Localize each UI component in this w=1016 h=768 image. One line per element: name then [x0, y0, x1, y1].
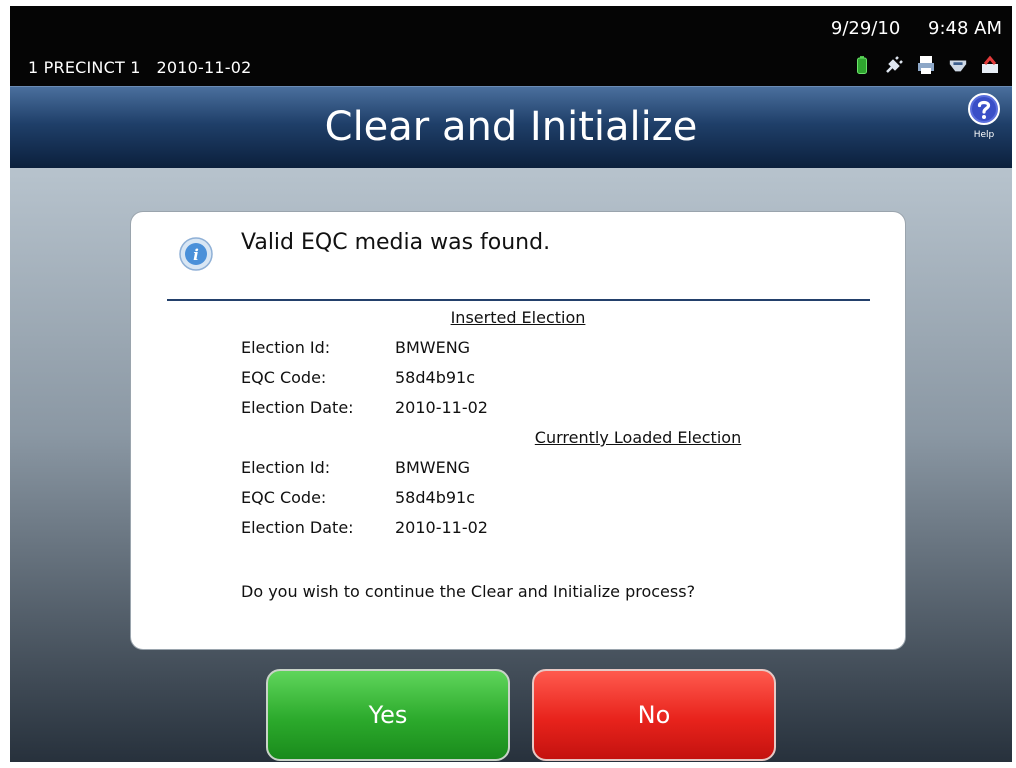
printer-icon [916, 55, 936, 75]
battery-icon [852, 55, 872, 75]
row-value: 58d4b91c [395, 488, 476, 507]
help-icon [968, 93, 1000, 125]
eqc-dialog: i Valid EQC media was found. Inserted El… [131, 212, 905, 649]
confirm-question: Do you wish to continue the Clear and In… [241, 582, 696, 601]
clock: 9/29/10 9:48 AM [809, 18, 1002, 39]
row-label: Election Date: [241, 398, 354, 417]
row-value: 2010-11-02 [395, 398, 488, 417]
loaded-election-date-row: Election Date: 2010-11-02 [241, 518, 488, 537]
inserted-election-id-row: Election Id: BMWENG [241, 338, 470, 357]
loaded-election-heading: Currently Loaded Election [534, 428, 742, 447]
row-label: Election Id: [241, 338, 331, 357]
row-label: Election Date: [241, 518, 354, 537]
current-time: 9:48 AM [928, 18, 1002, 39]
current-date: 9/29/10 [830, 18, 901, 39]
election-date: 2010-11-02 [156, 58, 252, 77]
help-label: Help [973, 130, 995, 140]
main-area: i Valid EQC media was found. Inserted El… [10, 168, 1012, 762]
row-label: EQC Code: [241, 368, 327, 387]
status-icons [852, 53, 1000, 77]
row-value: BMWENG [395, 458, 471, 477]
no-button[interactable]: No [532, 669, 776, 761]
loaded-eqc-code-row: EQC Code: 58d4b91c [241, 488, 475, 507]
row-label: Election Id: [241, 458, 331, 477]
loaded-election-id-row: Election Id: BMWENG [241, 458, 470, 477]
row-label: EQC Code: [241, 488, 327, 507]
page-title: Clear and Initialize [324, 104, 698, 150]
svg-text:i: i [193, 246, 199, 264]
help-button[interactable]: Help [964, 93, 1004, 140]
precinct-info: 1 PRECINCT 1 2010-11-02 [28, 58, 251, 77]
usb-icon [948, 55, 968, 75]
power-plug-icon [884, 55, 904, 75]
network-icon [980, 55, 1000, 75]
screen: 1 PRECINCT 1 2010-11-02 9/29/10 9:48 AM [10, 6, 1012, 762]
yes-button[interactable]: Yes [266, 669, 510, 761]
row-value: 2010-11-02 [395, 518, 488, 537]
inserted-eqc-code-row: EQC Code: 58d4b91c [241, 368, 475, 387]
dialog-message: Valid EQC media was found. [241, 230, 551, 255]
row-value: BMWENG [395, 338, 471, 357]
divider [167, 299, 870, 301]
inserted-election-date-row: Election Date: 2010-11-02 [241, 398, 488, 417]
inserted-election-heading: Inserted Election [450, 308, 586, 327]
row-value: 58d4b91c [395, 368, 476, 387]
info-icon: i [179, 237, 213, 271]
precinct-label: 1 PRECINCT 1 [28, 58, 141, 77]
status-bar: 1 PRECINCT 1 2010-11-02 9/29/10 9:48 AM [10, 6, 1012, 86]
title-bar: Clear and Initialize Help [10, 86, 1012, 169]
